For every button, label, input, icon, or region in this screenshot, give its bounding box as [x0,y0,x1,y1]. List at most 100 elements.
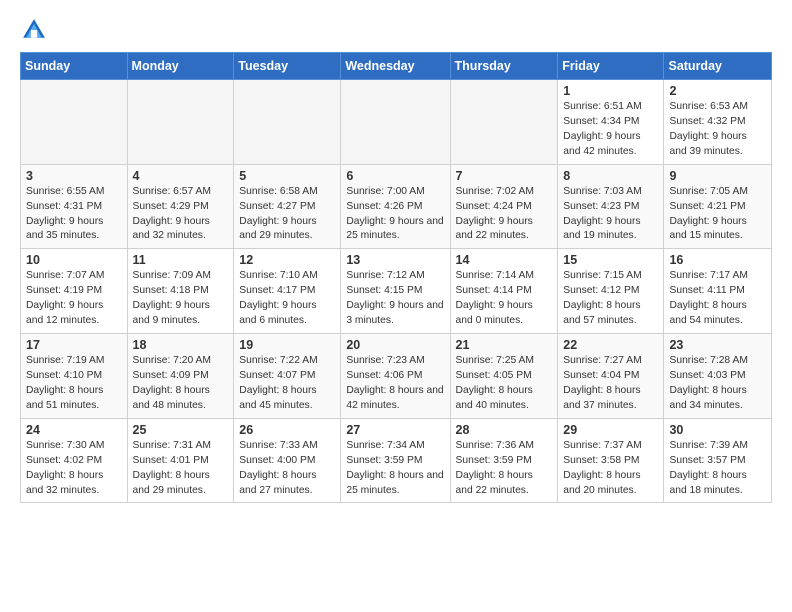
day-number: 14 [456,253,553,267]
calendar-cell: 14 Sunrise: 7:14 AM Sunset: 4:14 PM Dayli… [450,249,558,334]
day-info: Sunrise: 7:27 AM Sunset: 4:04 PM Dayligh… [563,354,658,414]
calendar-header-row: SundayMondayTuesdayWednesdayThursdayFrid… [21,53,772,80]
calendar-cell [127,80,234,165]
calendar-cell: 9 Sunrise: 7:05 AM Sunset: 4:21 PM Daylig… [664,164,772,249]
day-info: Sunrise: 7:19 AM Sunset: 4:10 PM Dayligh… [26,354,122,414]
calendar-cell: 25 Sunrise: 7:31 AM Sunset: 4:01 PM Dayli… [127,418,234,503]
day-number: 11 [133,253,229,267]
calendar-week-4: 17 Sunrise: 7:19 AM Sunset: 4:10 PM Dayli… [21,334,772,419]
calendar-week-1: 1 Sunrise: 6:51 AM Sunset: 4:34 PM Daylig… [21,80,772,165]
calendar-cell: 28Sunrise: 7:36 AM Sunset: 3:59 PM Dayli… [450,418,558,503]
day-number: 19 [239,338,335,352]
day-number: 2 [669,84,766,98]
calendar-cell: 22Sunrise: 7:27 AM Sunset: 4:04 PM Dayli… [558,334,664,419]
day-number: 7 [456,169,553,183]
day-number: 8 [563,169,658,183]
calendar-cell: 27 Sunrise: 7:34 AM Sunset: 3:59 PM Dayli… [341,418,450,503]
day-number: 1 [563,84,658,98]
calendar-cell: 24 Sunrise: 7:30 AM Sunset: 4:02 PM Dayli… [21,418,128,503]
day-number: 9 [669,169,766,183]
day-number: 3 [26,169,122,183]
calendar-table: SundayMondayTuesdayWednesdayThursdayFrid… [20,52,772,503]
calendar-cell: 12Sunrise: 7:10 AM Sunset: 4:17 PM Dayli… [234,249,341,334]
day-info: Sunrise: 6:57 AM Sunset: 4:29 PM Dayligh… [133,185,229,245]
calendar-cell: 11 Sunrise: 7:09 AM Sunset: 4:18 PM Dayli… [127,249,234,334]
day-number: 6 [346,169,444,183]
calendar-cell: 30 Sunrise: 7:39 AM Sunset: 3:57 PM Dayli… [664,418,772,503]
day-info: Sunrise: 7:22 AM Sunset: 4:07 PM Dayligh… [239,354,335,414]
day-number: 13 [346,253,444,267]
day-number: 23 [669,338,766,352]
calendar-week-5: 24 Sunrise: 7:30 AM Sunset: 4:02 PM Dayli… [21,418,772,503]
calendar-cell: 26 Sunrise: 7:33 AM Sunset: 4:00 PM Dayli… [234,418,341,503]
day-info: Sunrise: 7:17 AM Sunset: 4:11 PM Dayligh… [669,269,766,329]
day-info: Sunrise: 7:36 AM Sunset: 3:59 PM Dayligh… [456,439,553,499]
day-info: Sunrise: 7:37 AM Sunset: 3:58 PM Dayligh… [563,439,658,499]
day-info: Sunrise: 7:33 AM Sunset: 4:00 PM Dayligh… [239,439,335,499]
calendar-cell: 19 Sunrise: 7:22 AM Sunset: 4:07 PM Dayli… [234,334,341,419]
logo [20,16,50,44]
calendar-cell: 15 Sunrise: 7:15 AM Sunset: 4:12 PM Dayli… [558,249,664,334]
calendar-cell: 2 Sunrise: 6:53 AM Sunset: 4:32 PM Daylig… [664,80,772,165]
day-info: Sunrise: 7:30 AM Sunset: 4:02 PM Dayligh… [26,439,122,499]
page: SundayMondayTuesdayWednesdayThursdayFrid… [0,0,792,513]
day-number: 16 [669,253,766,267]
calendar-cell: 10Sunrise: 7:07 AM Sunset: 4:19 PM Dayli… [21,249,128,334]
calendar-header-friday: Friday [558,53,664,80]
calendar-cell: 23 Sunrise: 7:28 AM Sunset: 4:03 PM Dayli… [664,334,772,419]
calendar-week-2: 3 Sunrise: 6:55 AM Sunset: 4:31 PM Daylig… [21,164,772,249]
day-number: 18 [133,338,229,352]
day-info: Sunrise: 7:12 AM Sunset: 4:15 PM Dayligh… [346,269,444,329]
calendar-header-monday: Monday [127,53,234,80]
calendar-cell: 29 Sunrise: 7:37 AM Sunset: 3:58 PM Dayli… [558,418,664,503]
day-info: Sunrise: 7:09 AM Sunset: 4:18 PM Dayligh… [133,269,229,329]
day-info: Sunrise: 7:34 AM Sunset: 3:59 PM Dayligh… [346,439,444,499]
day-number: 29 [563,423,658,437]
day-info: Sunrise: 7:14 AM Sunset: 4:14 PM Dayligh… [456,269,553,329]
calendar-header-thursday: Thursday [450,53,558,80]
day-info: Sunrise: 6:58 AM Sunset: 4:27 PM Dayligh… [239,185,335,245]
calendar-cell: 17 Sunrise: 7:19 AM Sunset: 4:10 PM Dayli… [21,334,128,419]
day-info: Sunrise: 7:15 AM Sunset: 4:12 PM Dayligh… [563,269,658,329]
calendar-cell: 16 Sunrise: 7:17 AM Sunset: 4:11 PM Dayli… [664,249,772,334]
calendar-cell: 8Sunrise: 7:03 AM Sunset: 4:23 PM Daylig… [558,164,664,249]
day-info: Sunrise: 7:25 AM Sunset: 4:05 PM Dayligh… [456,354,553,414]
day-number: 17 [26,338,122,352]
calendar-cell [341,80,450,165]
calendar-header-saturday: Saturday [664,53,772,80]
day-number: 30 [669,423,766,437]
day-number: 4 [133,169,229,183]
calendar-cell [450,80,558,165]
calendar-cell: 6 Sunrise: 7:00 AM Sunset: 4:26 PM Daylig… [341,164,450,249]
day-info: Sunrise: 7:23 AM Sunset: 4:06 PM Dayligh… [346,354,444,414]
day-info: Sunrise: 7:05 AM Sunset: 4:21 PM Dayligh… [669,185,766,245]
day-info: Sunrise: 7:39 AM Sunset: 3:57 PM Dayligh… [669,439,766,499]
calendar-cell [234,80,341,165]
calendar-header-tuesday: Tuesday [234,53,341,80]
calendar-cell: 5Sunrise: 6:58 AM Sunset: 4:27 PM Daylig… [234,164,341,249]
calendar-cell: 13 Sunrise: 7:12 AM Sunset: 4:15 PM Dayli… [341,249,450,334]
calendar-cell: 21 Sunrise: 7:25 AM Sunset: 4:05 PM Dayli… [450,334,558,419]
calendar-cell: 18Sunrise: 7:20 AM Sunset: 4:09 PM Dayli… [127,334,234,419]
calendar-cell: 7Sunrise: 7:02 AM Sunset: 4:24 PM Daylig… [450,164,558,249]
calendar-header-wednesday: Wednesday [341,53,450,80]
day-info: Sunrise: 7:28 AM Sunset: 4:03 PM Dayligh… [669,354,766,414]
logo-icon [20,16,48,44]
day-info: Sunrise: 7:00 AM Sunset: 4:26 PM Dayligh… [346,185,444,245]
day-number: 27 [346,423,444,437]
day-number: 15 [563,253,658,267]
day-number: 26 [239,423,335,437]
day-info: Sunrise: 6:51 AM Sunset: 4:34 PM Dayligh… [563,100,658,160]
day-info: Sunrise: 7:31 AM Sunset: 4:01 PM Dayligh… [133,439,229,499]
day-number: 21 [456,338,553,352]
day-info: Sunrise: 6:55 AM Sunset: 4:31 PM Dayligh… [26,185,122,245]
calendar-header-sunday: Sunday [21,53,128,80]
day-number: 10 [26,253,122,267]
calendar-cell: 4 Sunrise: 6:57 AM Sunset: 4:29 PM Daylig… [127,164,234,249]
day-number: 25 [133,423,229,437]
day-number: 24 [26,423,122,437]
day-info: Sunrise: 7:10 AM Sunset: 4:17 PM Dayligh… [239,269,335,329]
day-info: Sunrise: 6:53 AM Sunset: 4:32 PM Dayligh… [669,100,766,160]
header [20,16,772,44]
day-number: 20 [346,338,444,352]
